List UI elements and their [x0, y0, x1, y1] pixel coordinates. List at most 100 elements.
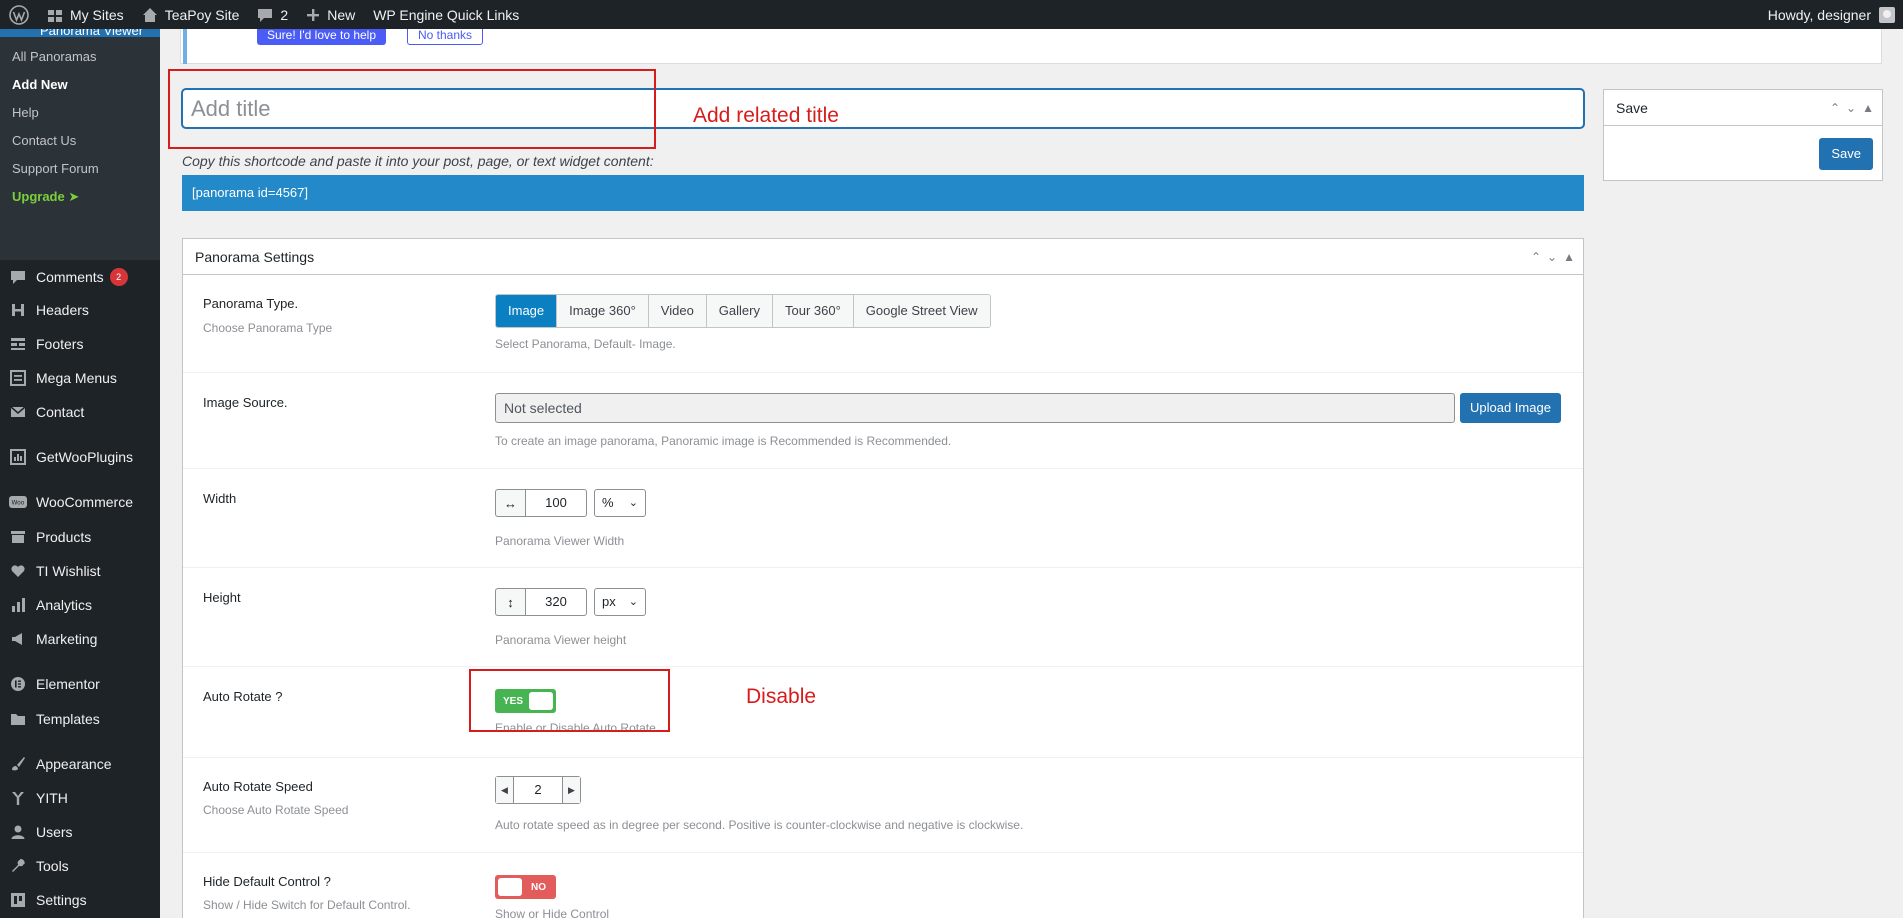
- width-label: Width: [203, 491, 237, 506]
- width-unit-select[interactable]: % ⌄: [594, 489, 646, 517]
- type-option-image[interactable]: Image: [496, 295, 558, 327]
- sidebar-item-footers[interactable]: Footers: [0, 327, 160, 361]
- comments-menu[interactable]: 2: [248, 0, 297, 29]
- toggle-no-label: NO: [531, 881, 546, 893]
- row-image-source: Image Source. Not selected Upload Image …: [183, 373, 1583, 469]
- sidebar-item-mega-menus[interactable]: Mega Menus: [0, 361, 160, 395]
- rotate-speed-value[interactable]: 2: [514, 777, 562, 803]
- hide-control-help: Show or Hide Control: [495, 907, 610, 918]
- save-box: Save ⌃ ⌄ ▲ Save: [1603, 89, 1883, 181]
- row-auto-rotate-speed: Auto Rotate Speed Choose Auto Rotate Spe…: [183, 758, 1583, 853]
- my-sites-menu[interactable]: My Sites: [38, 0, 133, 29]
- submenu-add-new[interactable]: Add New: [0, 71, 160, 99]
- submenu-help[interactable]: Help: [0, 99, 160, 127]
- submenu-upgrade[interactable]: Upgrade ➤: [0, 183, 160, 211]
- sidebar-item-templates[interactable]: Templates: [0, 702, 160, 736]
- brush-icon: [0, 756, 36, 772]
- wrench-icon: [0, 858, 36, 874]
- height-unit-value: px: [602, 594, 616, 609]
- chevron-up-icon[interactable]: ⌃: [1531, 250, 1541, 264]
- settings-title: Panorama Settings: [195, 248, 315, 265]
- wordpress-logo-button[interactable]: [0, 0, 38, 29]
- row-hide-default-control: Hide Default Control ? Show / Hide Switc…: [183, 853, 1583, 918]
- plugin-icon: [0, 449, 36, 465]
- height-unit-select[interactable]: px ⌄: [594, 588, 646, 616]
- sidebar-item-label: Users: [36, 824, 73, 840]
- comments-count: 2: [280, 6, 289, 23]
- sidebar-item-label: Settings: [36, 892, 87, 908]
- admin-bar: My Sites TeaPoy Site 2 New WP Engine Qui…: [0, 0, 1903, 29]
- upgrade-label: Upgrade: [12, 189, 65, 204]
- sidebar-item-label: Footers: [36, 336, 84, 352]
- type-option-google-street-view[interactable]: Google Street View: [853, 295, 990, 327]
- toggle-arrow-icon[interactable]: ▲: [1563, 250, 1575, 264]
- sidebar-item-appearance[interactable]: Appearance: [0, 747, 160, 781]
- sidebar-item-label: Analytics: [36, 597, 93, 613]
- quick-links-label: WP Engine Quick Links: [373, 6, 520, 23]
- new-content-menu[interactable]: New: [297, 0, 364, 29]
- width-value-input[interactable]: 100: [525, 489, 587, 517]
- sidebar-item-marketing[interactable]: Marketing: [0, 622, 160, 656]
- save-box-title: Save: [1616, 99, 1648, 116]
- my-sites-label: My Sites: [70, 6, 124, 23]
- chevron-down-icon[interactable]: ⌄: [1846, 101, 1856, 115]
- row-auto-rotate: Auto Rotate ? YES Enable or Disable Auto…: [183, 667, 1583, 758]
- submenu-all-panoramas[interactable]: All Panoramas: [0, 43, 160, 71]
- submenu-contact-us[interactable]: Contact Us: [0, 127, 160, 155]
- current-menu-panorama-viewer[interactable]: Panorama Viewer: [0, 29, 160, 37]
- hide-control-sublabel: Show / Hide Switch for Default Control.: [203, 898, 411, 912]
- sidebar-item-users[interactable]: Users: [0, 815, 160, 849]
- height-value-input[interactable]: 320: [525, 588, 587, 616]
- annotation-box-auto-rotate: [469, 669, 670, 732]
- image-source-field[interactable]: Not selected: [495, 393, 1455, 423]
- save-button[interactable]: Save: [1819, 138, 1873, 170]
- type-option-gallery[interactable]: Gallery: [706, 295, 773, 327]
- chevron-down-icon[interactable]: ⌄: [1547, 250, 1557, 264]
- sidebar-item-label: Appearance: [36, 756, 112, 772]
- sidebar-item-headers[interactable]: Headers: [0, 293, 160, 327]
- panorama-type-sublabel: Choose Panorama Type: [203, 321, 333, 335]
- toggle-arrow-icon[interactable]: ▲: [1862, 101, 1874, 115]
- account-menu[interactable]: Howdy, designer: [1767, 6, 1903, 23]
- admin-sidebar: Panorama Viewer All Panoramas Add New He…: [0, 29, 160, 918]
- sidebar-item-label: WooCommerce: [36, 494, 133, 510]
- sidebar-item-ti-wishlist[interactable]: TI Wishlist: [0, 554, 160, 588]
- sidebar-item-label: Products: [36, 529, 92, 545]
- sidebar-item-settings[interactable]: Settings: [0, 883, 160, 917]
- type-option-image-360[interactable]: Image 360°: [557, 295, 649, 327]
- type-option-tour-360[interactable]: Tour 360°: [772, 295, 854, 327]
- rotate-speed-sublabel: Choose Auto Rotate Speed: [203, 803, 349, 817]
- row-panorama-type: Panorama Type. Choose Panorama Type Imag…: [183, 276, 1583, 373]
- arrow-right-icon: ➤: [68, 189, 80, 204]
- panorama-type-label: Panorama Type.: [203, 296, 299, 311]
- sidebar-item-tools[interactable]: Tools: [0, 849, 160, 883]
- howdy-label: Howdy, designer: [1767, 6, 1871, 23]
- height-label: Height: [203, 590, 241, 605]
- sidebar-item-analytics[interactable]: Analytics: [0, 588, 160, 622]
- sidebar-item-yith[interactable]: YITH: [0, 781, 160, 815]
- sidebar-item-getwooplugins[interactable]: GetWooPlugins: [0, 440, 160, 474]
- site-name-menu[interactable]: TeaPoy Site: [133, 0, 249, 29]
- increment-arrow-icon[interactable]: ▶: [562, 777, 580, 803]
- submenu-support-forum[interactable]: Support Forum: [0, 155, 160, 183]
- chevron-up-icon[interactable]: ⌃: [1830, 101, 1840, 115]
- quick-links-menu[interactable]: WP Engine Quick Links: [364, 0, 528, 29]
- sidebar-item-comments[interactable]: Comments 2: [0, 260, 160, 294]
- sidebar-item-contact[interactable]: Contact: [0, 395, 160, 429]
- upload-image-button[interactable]: Upload Image: [1460, 393, 1561, 423]
- hide-control-toggle[interactable]: NO: [495, 875, 556, 899]
- megaphone-icon: [0, 631, 36, 647]
- type-option-video[interactable]: Video: [648, 295, 707, 327]
- annotation-title-label: Add related title: [693, 104, 839, 127]
- rotate-speed-label: Auto Rotate Speed: [203, 779, 313, 794]
- shortcode-box[interactable]: [panorama id=4567]: [182, 175, 1584, 211]
- sidebar-item-woocommerce[interactable]: Woo WooCommerce: [0, 485, 160, 519]
- sidebar-item-label: Mega Menus: [36, 370, 117, 386]
- sidebar-item-elementor[interactable]: Elementor: [0, 667, 160, 701]
- width-unit-value: %: [602, 495, 614, 510]
- sidebar-item-label: GetWooPlugins: [36, 449, 134, 465]
- hide-control-label: Hide Default Control ?: [203, 874, 331, 889]
- sidebar-item-products[interactable]: Products: [0, 520, 160, 554]
- decrement-arrow-icon[interactable]: ◀: [496, 777, 514, 803]
- current-menu-label: Panorama Viewer: [40, 29, 144, 37]
